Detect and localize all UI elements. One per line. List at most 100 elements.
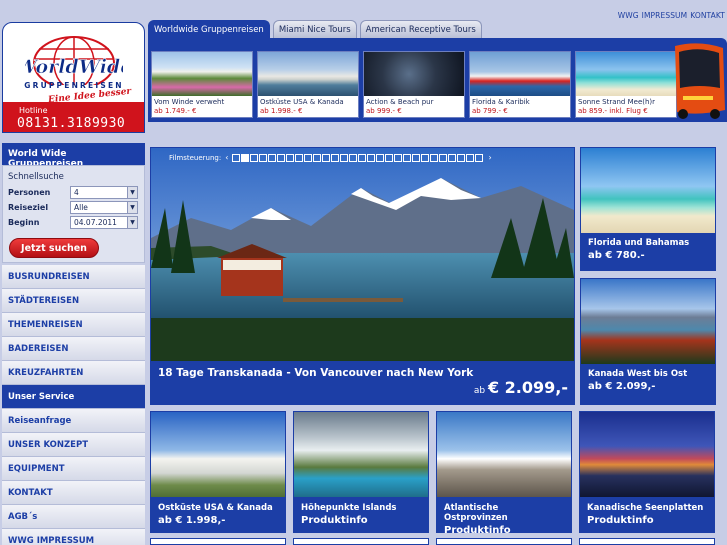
cruise-ship-photo bbox=[470, 52, 570, 96]
slide-dot[interactable] bbox=[340, 153, 349, 162]
bottom-card-price: Produktinfo bbox=[301, 515, 368, 526]
slide-dot[interactable] bbox=[421, 153, 430, 162]
bottom-card[interactable]: Höhepunkte Islands Produktinfo bbox=[293, 411, 429, 533]
menu-item-kontakt[interactable]: KONTAKT bbox=[2, 481, 145, 505]
wwg-link[interactable]: WWG bbox=[618, 11, 639, 20]
persons-label: Personen bbox=[8, 188, 51, 197]
strip-offer[interactable]: Action & Beach pur ab 999.- € bbox=[363, 51, 465, 118]
menu-item-badereisen[interactable]: BADEREISEN bbox=[2, 337, 145, 361]
strip-offer[interactable]: Ostküste USA & Kanada ab 1.998.- € bbox=[257, 51, 359, 118]
right-card-price: ab € 780.- bbox=[588, 250, 645, 261]
plantation-photo bbox=[152, 52, 252, 96]
slide-dot[interactable] bbox=[232, 153, 241, 162]
slide-dot[interactable] bbox=[439, 153, 448, 162]
menu-item-reiseanfrage[interactable]: Reiseanfrage bbox=[2, 409, 145, 433]
strip-offer-price: ab 999.- € bbox=[366, 107, 402, 115]
slide-dot[interactable] bbox=[448, 153, 457, 162]
hotline-number[interactable]: 08131.3189930 bbox=[17, 116, 125, 131]
destination-row: Reiseziel Alle ▼ bbox=[8, 201, 138, 214]
bottom-card[interactable]: Ostküste USA & Kanada ab € 1.998,- bbox=[150, 411, 286, 533]
slide-dot[interactable] bbox=[412, 153, 421, 162]
tab-miami-nice[interactable]: Miami Nice Tours bbox=[272, 20, 357, 38]
slide-dot[interactable] bbox=[277, 153, 286, 162]
strip-offer[interactable]: Vom Winde verweht ab 1.749.- € bbox=[151, 51, 253, 118]
right-card-florida[interactable]: Florida und Bahamas ab € 780.- bbox=[580, 147, 716, 271]
slide-dot[interactable] bbox=[331, 153, 340, 162]
strip-offer[interactable]: Sonne Strand Mee(h)r ab 859.- inkl. Flug… bbox=[575, 51, 677, 118]
slide-dot[interactable] bbox=[322, 153, 331, 162]
slide-dot[interactable] bbox=[295, 153, 304, 162]
slide-dot[interactable] bbox=[475, 153, 484, 162]
featured-price-prefix: ab bbox=[473, 386, 486, 396]
strip-offer[interactable]: Florida & Karibik ab 799.- € bbox=[469, 51, 571, 118]
quick-search-title: Schnellsuche bbox=[8, 172, 64, 182]
menu-item-konzept[interactable]: UNSER KONZEPT bbox=[2, 433, 145, 457]
slide-dot[interactable] bbox=[250, 153, 259, 162]
right-card-title: Kanada West bis Ost bbox=[588, 369, 688, 379]
bottom-card-price: Produktinfo bbox=[587, 515, 654, 526]
menu-item-equipment[interactable]: EQUIPMENT bbox=[2, 457, 145, 481]
globe-logo-icon: WorldWide bbox=[25, 36, 123, 85]
slide-dot[interactable] bbox=[313, 153, 322, 162]
menu-item-staedtereisen[interactable]: STÄDTEREISEN bbox=[2, 289, 145, 313]
slide-dot[interactable] bbox=[430, 153, 439, 162]
destination-select[interactable]: Alle ▼ bbox=[70, 201, 138, 214]
start-date-label: Beginn bbox=[8, 218, 40, 227]
sidebar-menu: BUSRUNDREISEN STÄDTEREISEN THEMENREISEN … bbox=[2, 265, 145, 545]
chevron-down-icon: ▼ bbox=[127, 217, 137, 228]
persons-value: 4 bbox=[74, 188, 79, 197]
slide-dot[interactable] bbox=[466, 153, 475, 162]
worldwide-logo[interactable]: WorldWide GRUPPENREISEN Eine Idee besser… bbox=[2, 22, 145, 133]
sidebar-heading: World Wide Gruppenreisen bbox=[2, 143, 145, 169]
search-now-button[interactable]: Jetzt suchen bbox=[9, 238, 99, 258]
slide-dot[interactable] bbox=[385, 153, 394, 162]
kontakt-link[interactable]: KONTAKT bbox=[690, 11, 725, 20]
impressum-link[interactable]: IMPRESSUM bbox=[642, 11, 688, 20]
bottom-card-price: ab € 1.998,- bbox=[158, 515, 226, 526]
featured-caption[interactable]: 18 Tage Transkanada - Von Vancouver nach… bbox=[158, 367, 473, 379]
slide-dot[interactable] bbox=[259, 153, 268, 162]
slide-dot[interactable] bbox=[403, 153, 412, 162]
slide-dot[interactable] bbox=[268, 153, 277, 162]
right-card-kanada[interactable]: Kanada West bis Ost ab € 2.099,- bbox=[580, 278, 716, 405]
start-date-value: 04.07.2011 bbox=[74, 218, 117, 227]
next-row-card bbox=[150, 538, 286, 545]
slide-dot[interactable] bbox=[349, 153, 358, 162]
persons-select[interactable]: 4 ▼ bbox=[70, 186, 138, 199]
start-date-select[interactable]: 04.07.2011 ▼ bbox=[70, 216, 138, 229]
slide-dot[interactable] bbox=[367, 153, 376, 162]
slide-dot[interactable] bbox=[376, 153, 385, 162]
bottom-card-title: Ostküste USA & Kanada bbox=[158, 503, 273, 513]
tab-worldwide[interactable]: Worldwide Gruppenreisen bbox=[148, 20, 270, 38]
slide-dot[interactable] bbox=[457, 153, 466, 162]
bottom-card[interactable]: Kanadische Seenplatten Produktinfo bbox=[579, 411, 715, 533]
slide-dot[interactable] bbox=[241, 153, 250, 162]
strip-offer-price: ab 1.749.- € bbox=[154, 107, 197, 115]
bottom-cards: Ostküste USA & Kanada ab € 1.998,- Höhep… bbox=[150, 411, 722, 536]
menu-item-impressum[interactable]: WWG IMPRESSUM bbox=[2, 529, 145, 545]
slide-dot[interactable] bbox=[304, 153, 313, 162]
slide-dot[interactable] bbox=[394, 153, 403, 162]
menu-item-busrundreisen[interactable]: BUSRUNDREISEN bbox=[2, 265, 145, 289]
strip-offer-price: ab 799.- € bbox=[472, 107, 508, 115]
destination-label: Reiseziel bbox=[8, 203, 49, 212]
bottom-card-title: Kanadische Seenplatten bbox=[587, 503, 704, 513]
menu-item-themenreisen[interactable]: THEMENREISEN bbox=[2, 313, 145, 337]
menu-item-agb[interactable]: AGB´s bbox=[2, 505, 145, 529]
next-row-card bbox=[579, 538, 715, 545]
bottom-card[interactable]: Atlantische Ostprovinzen Produktinfo bbox=[436, 411, 572, 536]
prev-slide-icon[interactable]: ‹ bbox=[225, 153, 228, 162]
capitol-photo bbox=[151, 412, 285, 497]
featured-slideshow[interactable]: Filmsteuerung: ‹ › 18 Tage Transkanada -… bbox=[150, 147, 575, 405]
next-row-card bbox=[293, 538, 429, 545]
slide-dot[interactable] bbox=[358, 153, 367, 162]
next-slide-icon[interactable]: › bbox=[488, 153, 491, 162]
beach-palm-photo bbox=[581, 148, 715, 233]
menu-item-kreuzfahrten[interactable]: KREUZFAHRTEN bbox=[2, 361, 145, 385]
right-card-title: Florida und Bahamas bbox=[588, 238, 690, 248]
city-night-photo bbox=[580, 412, 714, 497]
slide-dot[interactable] bbox=[286, 153, 295, 162]
tab-american-receptive[interactable]: American Receptive Tours bbox=[359, 20, 482, 38]
start-date-row: Beginn 04.07.2011 ▼ bbox=[8, 216, 138, 229]
persons-row: Personen 4 ▼ bbox=[8, 186, 138, 199]
